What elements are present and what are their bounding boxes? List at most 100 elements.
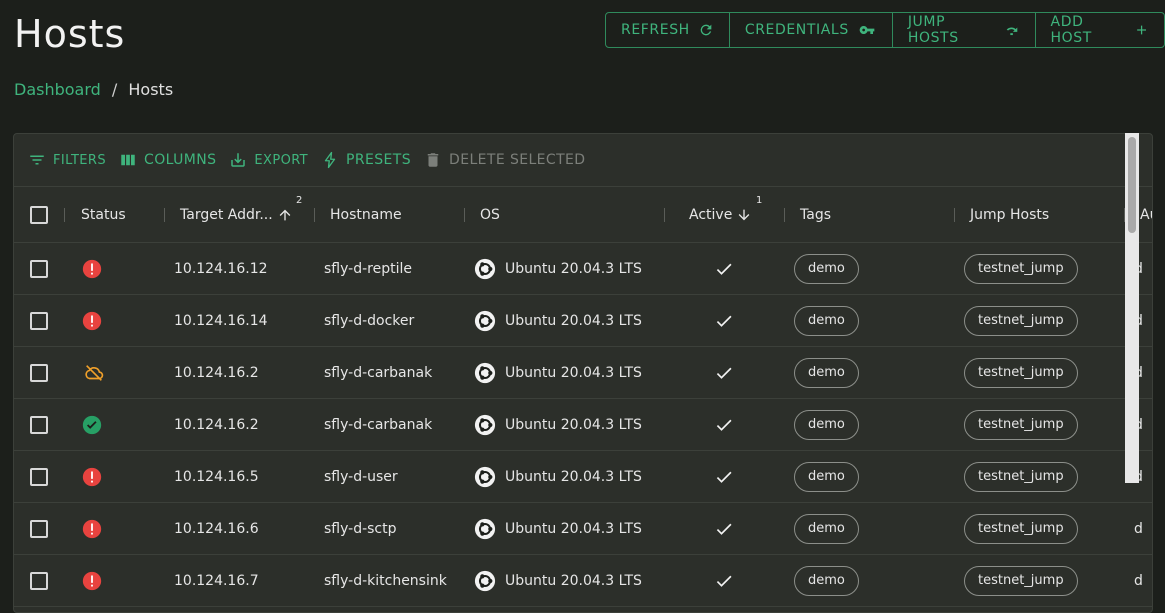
hostname: sfly-d-docker [324, 312, 415, 329]
jump-host-chip[interactable]: testnet_jump [964, 253, 1078, 284]
export-button[interactable]: EXPORT [229, 151, 308, 169]
table-row[interactable]: 10.124.16.6 sfly-d-sctp Ubuntu 20.04.3 L… [14, 503, 1152, 555]
ubuntu-icon [474, 414, 496, 435]
jump-host-chip[interactable]: testnet_jump [964, 513, 1078, 544]
filters-button[interactable]: FILTERS [28, 151, 106, 169]
row-checkbox[interactable] [30, 467, 48, 486]
check-icon [716, 523, 732, 535]
header-jump-hosts-label: Jump Hosts [970, 206, 1050, 223]
ubuntu-icon [474, 570, 496, 591]
os-cell: Ubuntu 20.04.3 LTS [474, 399, 642, 450]
column-separator[interactable] [314, 208, 315, 222]
header-active[interactable]: Active [689, 187, 752, 242]
ubuntu-icon [474, 466, 496, 487]
active-cell [714, 295, 734, 346]
tag-chip[interactable]: demo [794, 409, 859, 440]
table-row[interactable]: 10.124.16.2 sfly-d-carbanak Ubuntu 20.04… [14, 399, 1152, 451]
tags-cell: demo [794, 451, 859, 502]
jump-hosts-button[interactable]: JUMP HOSTS [893, 13, 1036, 47]
tag-label: demo [808, 521, 845, 536]
tags-cell: demo [794, 399, 859, 450]
tag-chip[interactable]: demo [794, 305, 859, 336]
tags-cell: demo [794, 555, 859, 606]
status-cell [81, 451, 103, 502]
ubuntu-icon [474, 362, 496, 383]
row-checkbox[interactable] [30, 311, 48, 330]
table-row[interactable]: 10.124.16.5 sfly-d-user Ubuntu 20.04.3 L… [14, 451, 1152, 503]
refresh-button[interactable]: REFRESH [606, 13, 730, 47]
jump-host-chip[interactable]: testnet_jump [964, 409, 1078, 440]
jump-host-label: testnet_jump [978, 521, 1064, 536]
jump-host-chip[interactable]: testnet_jump [964, 305, 1078, 336]
lightning-icon [324, 151, 336, 169]
tag-chip[interactable]: demo [794, 513, 859, 544]
header-target-address[interactable]: Target Addr... [180, 187, 293, 242]
presets-button[interactable]: PRESETS [321, 151, 411, 169]
status-cell [81, 243, 103, 294]
header-active-label: Active [689, 206, 733, 223]
jump-host-chip[interactable]: testnet_jump [964, 565, 1078, 596]
check-icon [716, 367, 732, 379]
table-row[interactable]: 10.124.16.7 sfly-d-kitchensink Ubuntu 20… [14, 555, 1152, 607]
jump-hosts-cell: testnet_jump [964, 243, 1078, 294]
target-address: 10.124.16.2 [174, 416, 259, 433]
column-separator[interactable] [664, 208, 665, 222]
table-row[interactable]: 10.124.16.14 sfly-d-docker Ubuntu 20.04.… [14, 295, 1152, 347]
target-address-cell: 10.124.16.6 [174, 503, 259, 554]
scrollbar-thumb[interactable] [1128, 137, 1136, 233]
row-checkbox[interactable] [30, 519, 48, 538]
row-checkbox[interactable] [30, 259, 48, 278]
header-status[interactable]: Status [81, 187, 126, 242]
tag-label: demo [808, 573, 845, 588]
jump-host-chip[interactable]: testnet_jump [964, 461, 1078, 492]
row-checkbox[interactable] [30, 571, 48, 590]
hostname: sfly-d-sctp [324, 520, 397, 537]
truncated-cell: d [1134, 503, 1143, 554]
table-row[interactable]: 10.124.16.2 sfly-d-carbanak Ubuntu 20.04… [14, 347, 1152, 399]
header-os[interactable]: OS [480, 187, 500, 242]
header-hostname[interactable]: Hostname [330, 187, 402, 242]
vertical-scrollbar[interactable] [1125, 133, 1139, 483]
jump-hosts-cell: testnet_jump [964, 555, 1078, 606]
hostname-cell: sfly-d-sctp [324, 503, 397, 554]
hostname: sfly-d-carbanak [324, 416, 433, 433]
hostname: sfly-d-user [324, 468, 398, 485]
hostname-cell: sfly-d-kitchensink [324, 555, 447, 606]
redo-icon [1007, 27, 1018, 36]
row-checkbox[interactable] [30, 415, 48, 434]
tag-chip[interactable]: demo [794, 565, 859, 596]
row-checkbox[interactable] [30, 363, 48, 382]
filter-icon [30, 155, 44, 165]
target-address: 10.124.16.5 [174, 468, 259, 485]
add-host-button[interactable]: ADD HOST [1036, 13, 1164, 47]
credentials-button[interactable]: CREDENTIALS [730, 13, 893, 47]
header-truncated[interactable]: Au [1140, 187, 1152, 242]
tag-chip[interactable]: demo [794, 357, 859, 388]
column-separator[interactable] [954, 208, 955, 222]
tags-cell: demo [794, 503, 859, 554]
breadcrumb-dashboard-link[interactable]: Dashboard [14, 80, 101, 99]
tag-chip[interactable]: demo [794, 253, 859, 284]
tag-chip[interactable]: demo [794, 461, 859, 492]
header-tags[interactable]: Tags [800, 187, 831, 242]
jump-hosts-cell: testnet_jump [964, 451, 1078, 502]
check-circle-icon [82, 415, 102, 434]
table-row[interactable]: 10.124.16.12 sfly-d-reptile Ubuntu 20.04… [14, 243, 1152, 295]
columns-button[interactable]: COLUMNS [119, 151, 216, 169]
jump-host-label: testnet_jump [978, 573, 1064, 588]
delete-selected-button[interactable]: DELETE SELECTED [424, 151, 585, 169]
active-cell [714, 451, 734, 502]
column-separator[interactable] [164, 208, 165, 222]
header-jump-hosts[interactable]: Jump Hosts [970, 187, 1049, 242]
arrow-down-icon [738, 209, 750, 220]
column-separator[interactable] [64, 208, 65, 222]
jump-host-chip[interactable]: testnet_jump [964, 357, 1078, 388]
key-icon [859, 26, 875, 34]
jump-host-label: testnet_jump [978, 261, 1064, 276]
column-separator[interactable] [464, 208, 465, 222]
truncated-value: d [1134, 520, 1143, 537]
select-all-checkbox[interactable] [30, 205, 48, 224]
os-cell: Ubuntu 20.04.3 LTS [474, 347, 642, 398]
column-separator[interactable] [784, 208, 785, 222]
jump-host-label: testnet_jump [978, 313, 1064, 328]
